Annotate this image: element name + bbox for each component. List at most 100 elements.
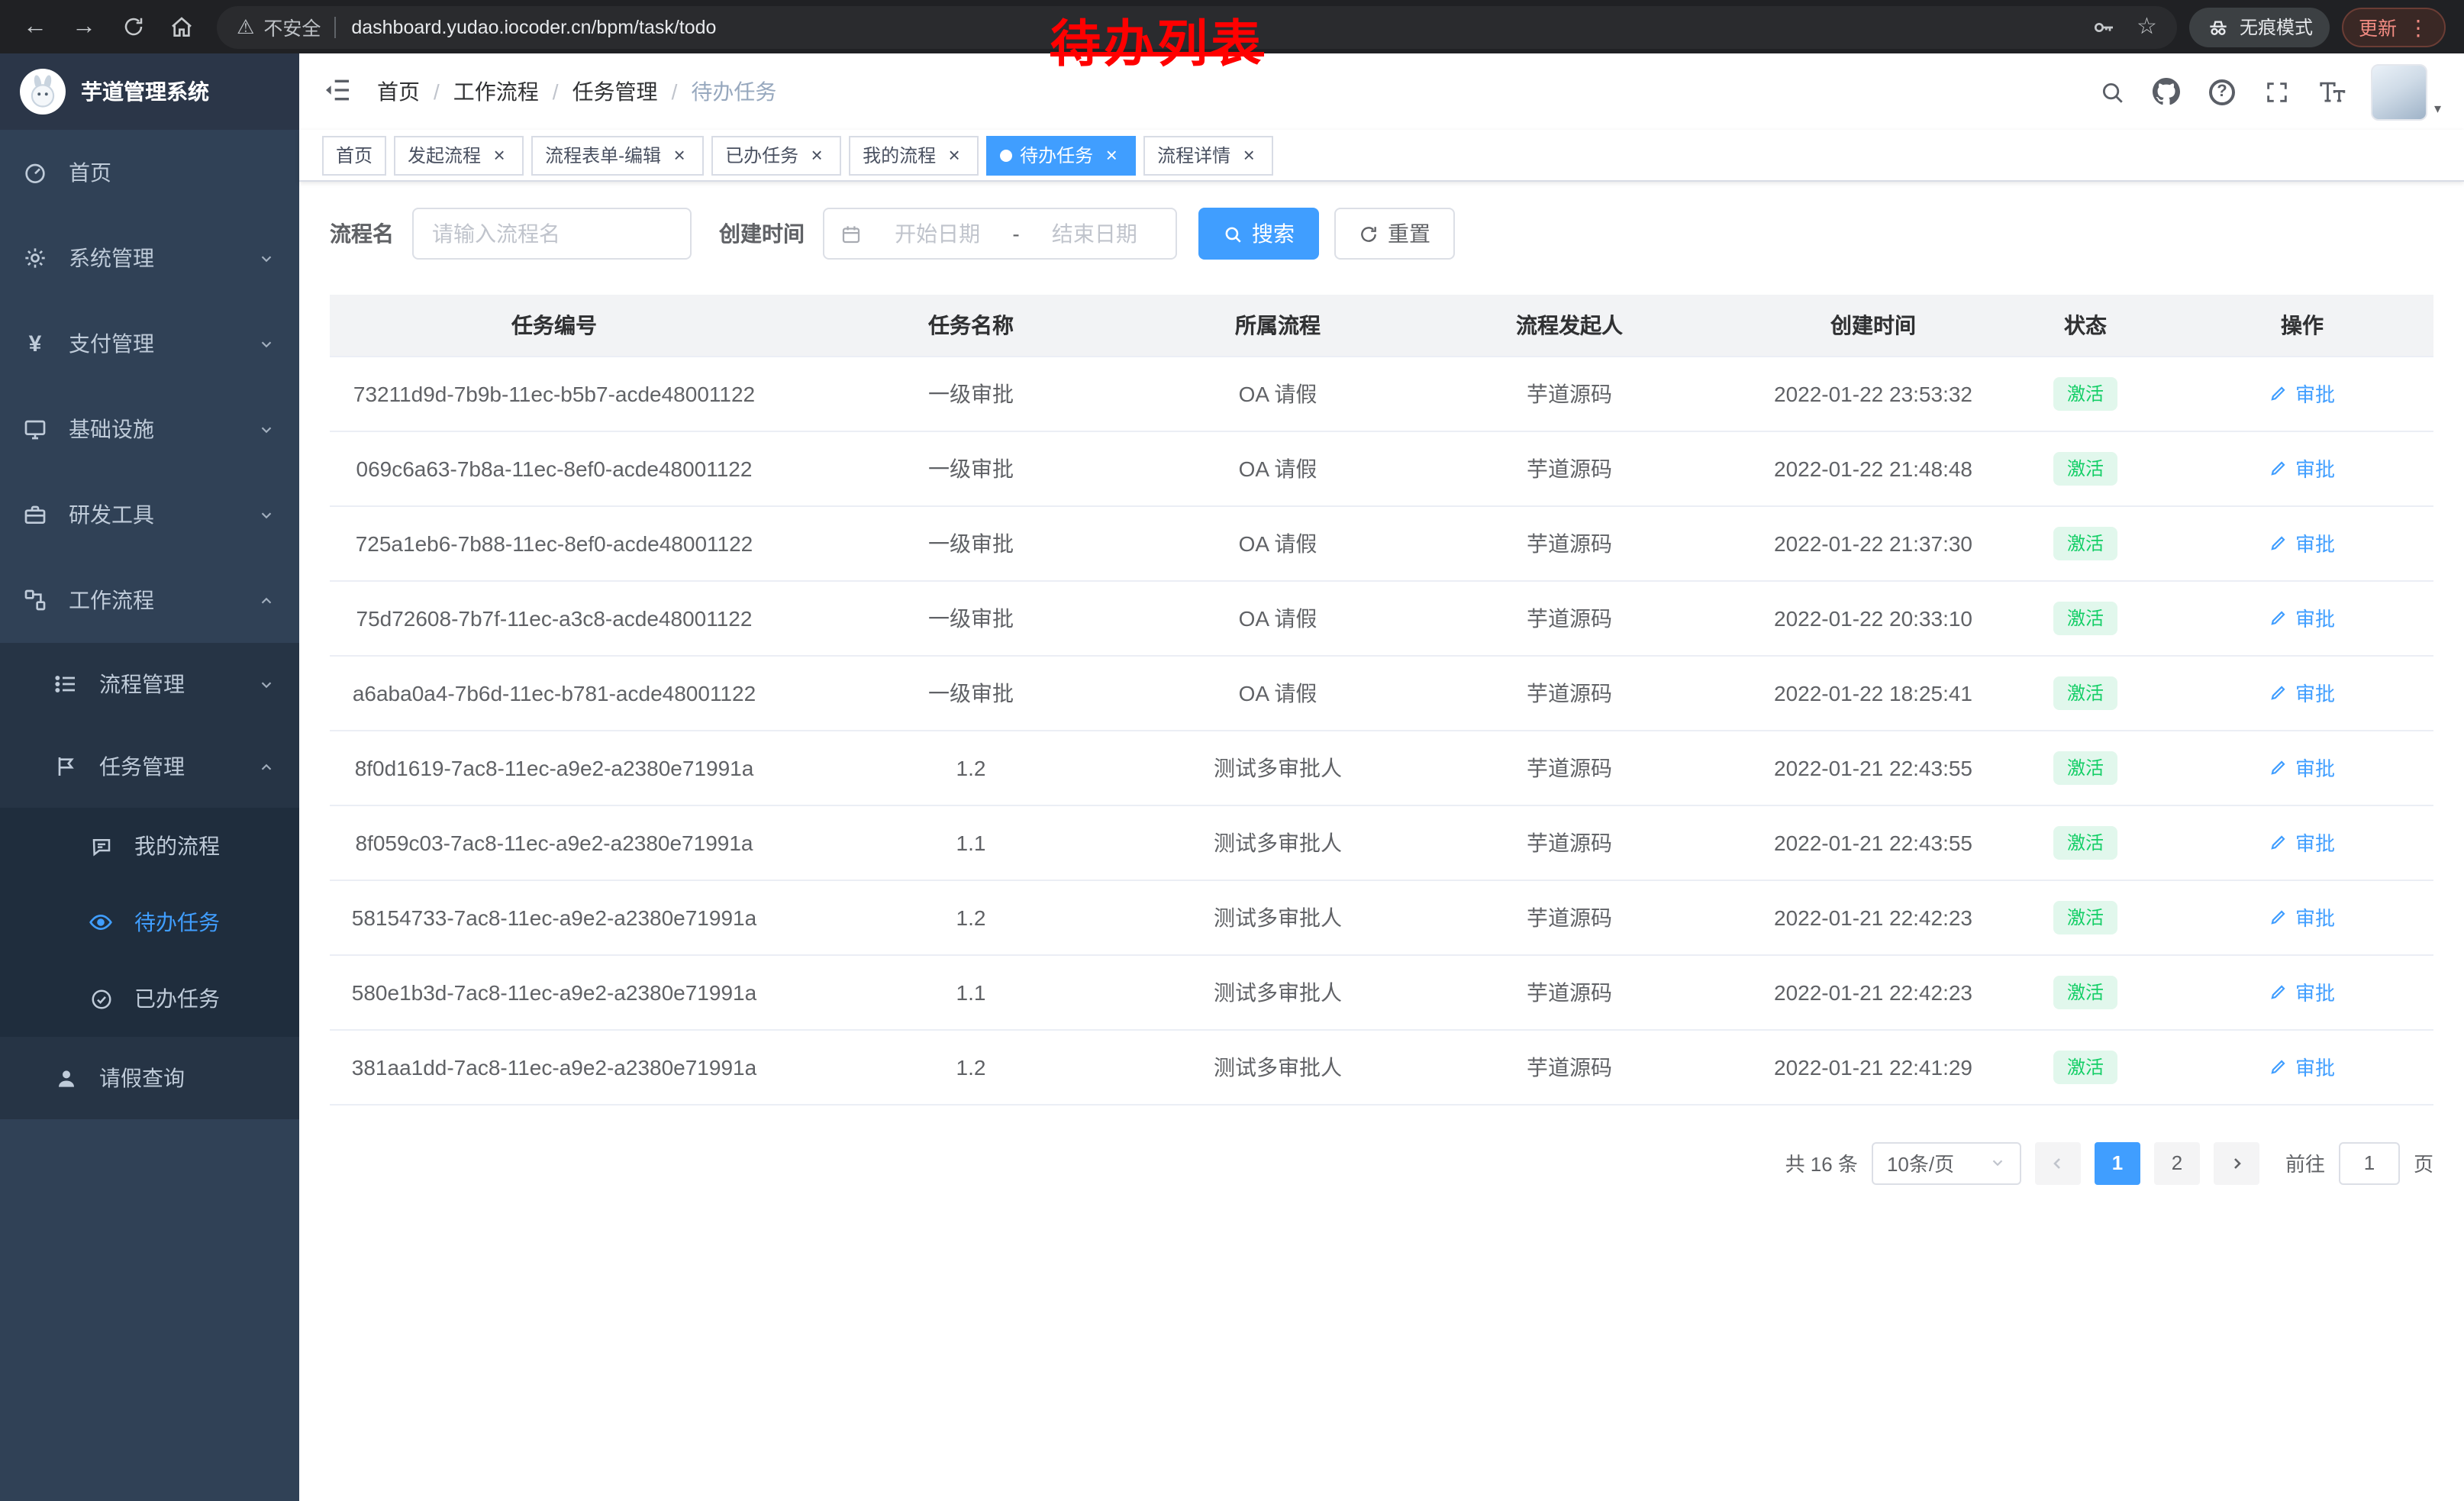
sidebar-item-leave-query[interactable]: 请假查询 bbox=[0, 1037, 299, 1119]
column-header: 任务编号 bbox=[330, 295, 779, 356]
cell-status: 激活 bbox=[2000, 730, 2171, 805]
table-row: 381aa1dd-7ac8-11ec-a9e2-a2380e71991a1.2测… bbox=[330, 1029, 2433, 1104]
prev-page-button[interactable] bbox=[2035, 1141, 2081, 1184]
help-icon[interactable] bbox=[2207, 76, 2237, 107]
cell-action: 审批 bbox=[2171, 505, 2433, 580]
approve-link[interactable]: 审批 bbox=[2269, 828, 2335, 857]
approve-link[interactable]: 审批 bbox=[2269, 678, 2335, 707]
sidebar-item-system[interactable]: 系统管理 bbox=[0, 215, 299, 301]
browser-right-controls: 无痕模式 更新 ⋮ bbox=[2189, 7, 2452, 47]
sidebar-item-done-tasks[interactable]: 已办任务 bbox=[0, 960, 299, 1037]
approve-label: 审批 bbox=[2295, 603, 2335, 632]
sidebar-item-infrastructure[interactable]: 基础设施 bbox=[0, 386, 299, 472]
column-header: 所属流程 bbox=[1163, 295, 1392, 356]
sidebar-item-home[interactable]: 首页 bbox=[0, 130, 299, 215]
approve-link[interactable]: 审批 bbox=[2269, 753, 2335, 782]
approve-label: 审批 bbox=[2295, 753, 2335, 782]
tab-item[interactable]: 首页 bbox=[322, 135, 386, 175]
more-menu-icon[interactable]: ⋮ bbox=[2408, 16, 2429, 37]
sidebar-item-workflow[interactable]: 工作流程 bbox=[0, 557, 299, 643]
key-icon[interactable] bbox=[2091, 15, 2115, 39]
sidebar-item-label: 待办任务 bbox=[134, 907, 275, 938]
user-menu[interactable]: ▾ bbox=[2372, 63, 2441, 120]
home-icon[interactable] bbox=[159, 4, 205, 50]
approve-link[interactable]: 审批 bbox=[2269, 603, 2335, 632]
pagination: 共 16 条 10条/页 1 2 前往 页 bbox=[330, 1141, 2433, 1215]
update-chip[interactable]: 更新 ⋮ bbox=[2342, 7, 2446, 47]
browser-chrome: ← → ⚠ 不安全 dashboard.yudao.iocoder.cn/bpm… bbox=[0, 0, 2464, 53]
chevron-up-icon bbox=[258, 758, 275, 775]
tab-close-icon[interactable]: × bbox=[943, 144, 965, 166]
cell-task-id: 75d72608-7b7f-11ec-a3c8-acde48001122 bbox=[330, 580, 779, 655]
edit-icon bbox=[2269, 533, 2289, 553]
approve-link[interactable]: 审批 bbox=[2269, 1052, 2335, 1081]
back-icon[interactable]: ← bbox=[12, 4, 58, 50]
tab-item[interactable]: 发起流程× bbox=[394, 135, 524, 175]
chevron-left-icon bbox=[2049, 1154, 2067, 1172]
tab-close-icon[interactable]: × bbox=[806, 144, 827, 166]
reset-button[interactable]: 重置 bbox=[1334, 208, 1455, 260]
cell-process-name: 测试多审批人 bbox=[1163, 805, 1392, 880]
page-button-1[interactable]: 1 bbox=[2095, 1141, 2140, 1184]
sidebar-item-label: 支付管理 bbox=[69, 328, 238, 359]
tab-close-icon[interactable]: × bbox=[1101, 144, 1122, 166]
star-icon[interactable]: ☆ bbox=[2137, 15, 2157, 38]
sidebar-item-my-process[interactable]: 我的流程 bbox=[0, 808, 299, 884]
approve-label: 审批 bbox=[2295, 379, 2335, 408]
tab-close-icon[interactable]: × bbox=[669, 144, 690, 166]
search-button[interactable]: 搜索 bbox=[1198, 208, 1319, 260]
tab-item[interactable]: 流程表单-编辑× bbox=[531, 135, 704, 175]
reload-icon[interactable] bbox=[110, 4, 156, 50]
process-name-input[interactable] bbox=[432, 221, 672, 246]
approve-link[interactable]: 审批 bbox=[2269, 528, 2335, 557]
security-warning-icon[interactable]: ⚠ bbox=[237, 15, 254, 39]
end-date-placeholder[interactable]: 结束日期 bbox=[1029, 218, 1160, 249]
breadcrumb-item[interactable]: 首页 bbox=[377, 76, 420, 107]
cell-task-name: 一级审批 bbox=[779, 356, 1163, 431]
check-circle-icon bbox=[87, 985, 114, 1012]
cell-initiator: 芋道源码 bbox=[1392, 1029, 1746, 1104]
tab-item[interactable]: 流程详情× bbox=[1143, 135, 1273, 175]
approve-link[interactable]: 审批 bbox=[2269, 379, 2335, 408]
page-size-select[interactable]: 10条/页 bbox=[1872, 1141, 2021, 1184]
status-badge: 激活 bbox=[2053, 900, 2117, 934]
start-date-placeholder[interactable]: 开始日期 bbox=[872, 218, 1003, 249]
avatar[interactable] bbox=[2372, 63, 2428, 120]
edit-icon bbox=[2269, 982, 2289, 1002]
tab-item[interactable]: 我的流程× bbox=[849, 135, 979, 175]
sidebar-item-process-management[interactable]: 流程管理 bbox=[0, 643, 299, 725]
github-icon[interactable] bbox=[2152, 76, 2182, 107]
approve-label: 审批 bbox=[2295, 902, 2335, 931]
table-row: 725a1eb6-7b88-11ec-8ef0-acde48001122一级审批… bbox=[330, 505, 2433, 580]
sidebar-item-dev-tools[interactable]: 研发工具 bbox=[0, 472, 299, 557]
breadcrumb-item[interactable]: 任务管理 bbox=[539, 76, 658, 107]
tab-item[interactable]: 待办任务× bbox=[986, 135, 1136, 175]
fullscreen-icon[interactable] bbox=[2262, 76, 2292, 107]
sidebar-item-task-management[interactable]: 任务管理 bbox=[0, 725, 299, 808]
status-badge: 激活 bbox=[2053, 676, 2117, 709]
forward-icon[interactable]: → bbox=[61, 4, 107, 50]
edit-icon bbox=[2269, 757, 2289, 777]
approve-link[interactable]: 审批 bbox=[2269, 977, 2335, 1006]
cell-task-id: 381aa1dd-7ac8-11ec-a9e2-a2380e71991a bbox=[330, 1029, 779, 1104]
cell-create-time: 2022-01-22 21:48:48 bbox=[1746, 431, 2000, 505]
sidebar-item-todo-tasks[interactable]: 待办任务 bbox=[0, 884, 299, 960]
incognito-badge: 无痕模式 bbox=[2189, 7, 2330, 47]
app-logo-row[interactable]: 芋道管理系统 bbox=[0, 53, 299, 130]
approve-link[interactable]: 审批 bbox=[2269, 902, 2335, 931]
page-button-2[interactable]: 2 bbox=[2154, 1141, 2200, 1184]
next-page-button[interactable] bbox=[2214, 1141, 2259, 1184]
table-header-row: 任务编号 任务名称 所属流程 流程发起人 创建时间 状态 操作 bbox=[330, 295, 2433, 356]
goto-page-input[interactable] bbox=[2339, 1141, 2400, 1184]
hamburger-icon[interactable] bbox=[322, 75, 356, 108]
tab-close-icon[interactable]: × bbox=[489, 144, 510, 166]
sidebar-item-payment[interactable]: ¥ 支付管理 bbox=[0, 301, 299, 386]
approve-link[interactable]: 审批 bbox=[2269, 454, 2335, 483]
font-size-icon[interactable] bbox=[2317, 76, 2347, 107]
tab-close-icon[interactable]: × bbox=[1238, 144, 1259, 166]
tab-item[interactable]: 已办任务× bbox=[711, 135, 841, 175]
date-range-picker[interactable]: 开始日期 - 结束日期 bbox=[823, 208, 1177, 260]
edit-icon bbox=[2269, 608, 2289, 628]
search-icon[interactable] bbox=[2097, 76, 2127, 107]
breadcrumb-item[interactable]: 工作流程 bbox=[420, 76, 539, 107]
